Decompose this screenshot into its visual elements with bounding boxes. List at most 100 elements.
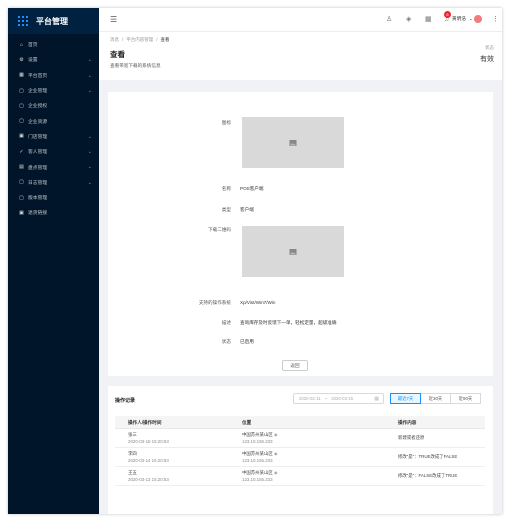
user-icon[interactable]: ♙ [386, 15, 392, 23]
chevron-down-icon: ⌄ [87, 179, 92, 186]
date-end: 2020-03-15 [331, 396, 354, 401]
operation-time: 2020-03-14 15:20:53 [128, 457, 169, 463]
sidebar-item-label: 设置 [28, 58, 38, 64]
field-label-name: 名称 [221, 186, 231, 191]
image-icon [289, 248, 297, 255]
field-value-name: POS客户端 [240, 186, 264, 191]
cell-location: 中国苏州某山区 ◉ 123.10.155.233 [242, 470, 277, 483]
bank-icon: ▢ [19, 87, 24, 94]
chevron-down-icon: ⌄ [87, 57, 92, 64]
sidebar-item-label: 企业管理 [28, 89, 48, 95]
column-header-location: 位置 [242, 420, 252, 425]
icon-image-placeholder [242, 117, 344, 168]
back-button[interactable]: 返回 [282, 360, 308, 371]
column-header-operator: 操作人/操作时间 [128, 420, 162, 425]
page-title: 查看 [110, 50, 125, 59]
calendar-icon: ▤ [19, 164, 24, 171]
sidebar-item-0[interactable]: ⌂ 首页 [8, 37, 99, 52]
tag-icon: ▢ [19, 194, 24, 201]
top-bar: ☰ ♙ ◈ ▦ ♫ 6 黄明浩 ⌄ ⋮ [99, 8, 502, 32]
table-header: 操作人/操作时间 位置 操作内容 [115, 416, 485, 429]
table-row: 王五 2020-03-13 15:20:53 中国苏州某山区 ◉ 123.10.155… [115, 467, 485, 486]
chevron-down-icon: ⌄ [87, 133, 92, 140]
field-value-status: 已启用 [240, 339, 254, 344]
key-icon: ▢ [19, 102, 24, 109]
date-range-picker[interactable]: 2020-02-11 ~ 2020-03-15 ▦ [293, 393, 384, 404]
sidebar-item-10[interactable]: ▢ 版本管理 [8, 190, 99, 205]
breadcrumb: 消息 / 平台内容管理 / 查看 [110, 37, 170, 43]
cell-location: 中国苏州某山区 ◉ 123.10.155.233 [242, 451, 277, 464]
dashboard-icon: ▦ [19, 72, 24, 79]
avatar[interactable] [474, 15, 482, 23]
settings-icon[interactable]: ◈ [406, 15, 411, 23]
lock-icon: ▣ [19, 133, 24, 140]
database-icon: ▢ [19, 118, 24, 125]
tab-last-90-days[interactable]: 近90天 [450, 393, 481, 404]
records-title: 操作记录 [115, 398, 136, 404]
cell-operator: 张三 2020-03-15 15:20:53 [128, 432, 169, 445]
home-icon: ⌂ [19, 41, 24, 48]
field-value-os: Xp/Vist/Win7/Win [240, 300, 276, 305]
cell-content: 修改“是”：FALSE改成了TRUE [398, 473, 458, 478]
records-card: 操作记录 2020-02-11 ~ 2020-03-15 ▦ 最近7天 近30天… [108, 386, 493, 514]
app-window: 平台管理 ⌂ 首页 ⚙ 设置 ⌄ ▦ 平台首页 ⌄ ▢ 企业管理 ⌄ ▢ 企业授权 ▢ 企业资源 ▣ 门店管理 ⌄… [8, 8, 502, 514]
sidebar-item-label: 客人管理 [28, 150, 48, 156]
cell-content: 新建或者还原 [398, 435, 425, 440]
link-icon: ▣ [19, 209, 24, 216]
chevron-down-icon: ⌄ [87, 87, 92, 94]
status-label: 状态 [485, 45, 494, 50]
grid-logo-icon [18, 16, 28, 26]
user-name[interactable]: 黄明浩 [452, 16, 466, 22]
menu-fold-icon[interactable]: ☰ [110, 15, 117, 24]
operator-name: 张三 [128, 432, 137, 437]
date-separator: ~ [324, 396, 328, 401]
sidebar-item-label: 企业资源 [28, 119, 48, 125]
field-value-description: 查询库存及时反馈下一单，轻松定量，超级准确 [240, 320, 337, 325]
location-pin-icon: ◉ [273, 451, 278, 456]
logo[interactable]: 平台管理 [8, 8, 99, 34]
grid-icon[interactable]: ▦ [425, 15, 432, 23]
location-name: 中国苏州某山区 [242, 470, 273, 475]
sidebar-item-2[interactable]: ▦ 平台首页 ⌄ [8, 68, 99, 83]
field-label-qrcode: 下载二维码 [208, 227, 231, 232]
tab-last-30-days[interactable]: 近30天 [420, 393, 451, 404]
operator-name: 王五 [128, 470, 137, 475]
table-row: 李四 2020-03-14 15:20:53 中国苏州某山区 ◉ 123.10.155… [115, 448, 485, 467]
sidebar-item-1[interactable]: ⚙ 设置 ⌄ [8, 52, 99, 67]
sidebar-item-4[interactable]: ▢ 企业授权 [8, 98, 99, 113]
tab-last-7-days[interactable]: 最近7天 [390, 393, 421, 404]
field-value-type: 客户端 [240, 207, 254, 212]
table-row: 张三 2020-03-15 15:20:53 中国苏州某山区 ◉ 123.10.155… [115, 429, 485, 448]
operation-time: 2020-03-13 15:20:53 [128, 476, 169, 482]
location-pin-icon: ◉ [273, 470, 278, 475]
breadcrumb-item[interactable]: 消息 [110, 37, 119, 43]
breadcrumb-item[interactable]: 平台内容管理 [126, 37, 153, 43]
sidebar-item-label: 首页 [28, 43, 38, 49]
calendar-icon: ▦ [374, 396, 379, 402]
sidebar-item-8[interactable]: ▤ 盘点管理 ⌄ [8, 159, 99, 174]
breadcrumb-separator: / [156, 37, 158, 42]
more-icon[interactable]: ⋮ [492, 15, 499, 23]
ip-address: 123.10.155.233 [242, 457, 273, 463]
sidebar-item-11[interactable]: ▣ 退货链接 [8, 205, 99, 220]
sidebar-item-3[interactable]: ▢ 企业管理 ⌄ [8, 83, 99, 98]
sidebar-item-7[interactable]: ✓ 客人管理 ⌄ [8, 144, 99, 159]
cell-operator: 李四 2020-03-14 15:20:53 [128, 451, 169, 464]
app-title: 平台管理 [36, 16, 68, 26]
sidebar-item-label: 企业授权 [28, 104, 48, 110]
sidebar-item-label: 日志管理 [28, 180, 48, 186]
field-label-icon: 图标 [221, 120, 231, 125]
status-value: 有效 [480, 56, 494, 63]
sidebar: 平台管理 ⌂ 首页 ⚙ 设置 ⌄ ▦ 平台首页 ⌄ ▢ 企业管理 ⌄ ▢ 企业授权 ▢ 企业资源 ▣ 门店管理 ⌄… [8, 8, 99, 514]
sidebar-item-6[interactable]: ▣ 门店管理 ⌄ [8, 129, 99, 144]
location-name: 中国苏州某山区 [242, 451, 273, 456]
chevron-down-icon[interactable]: ⌄ [469, 16, 473, 22]
field-label-status: 状态 [221, 339, 231, 344]
gear-icon: ⚙ [19, 56, 24, 63]
detail-card: 图标 名称 POS客户端 类型 客户端 下载二维码 支持的操作系统 Xp/Vis… [108, 92, 493, 376]
sidebar-item-9[interactable]: ▢ 日志管理 ⌄ [8, 175, 99, 190]
sidebar-item-5[interactable]: ▢ 企业资源 [8, 113, 99, 128]
chevron-down-icon: ⌄ [87, 164, 92, 171]
operator-name: 李四 [128, 451, 137, 456]
check-icon: ✓ [19, 148, 24, 155]
